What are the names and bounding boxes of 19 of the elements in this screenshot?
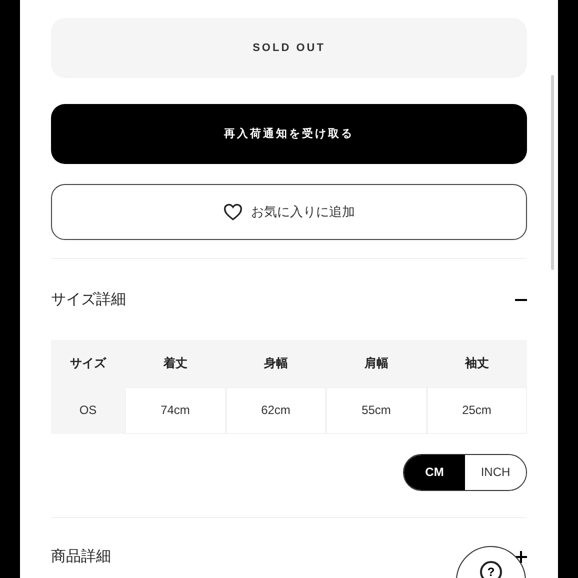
table-cell: 62cm (226, 386, 326, 434)
table-header-cell: 身幅 (226, 340, 326, 386)
table-header-cell: 着丈 (125, 340, 226, 386)
add-to-favorites-button[interactable]: お気に入りに追加 (51, 184, 527, 240)
section-title: 商品詳細 (51, 546, 111, 566)
unit-option[interactable]: CM (404, 454, 465, 490)
table-header-cell: 袖丈 (426, 340, 527, 386)
sold-out-button[interactable]: SOLD OUT (51, 18, 527, 78)
heart-icon (223, 203, 243, 221)
table-header-cell: 肩幅 (326, 340, 426, 386)
table-cell: 25cm (426, 386, 527, 434)
table-cell: 74cm (125, 386, 226, 434)
restock-notify-button[interactable]: 再入荷通知を受け取る (51, 104, 527, 164)
table-cell: OS (51, 386, 125, 434)
table-cell: 55cm (326, 386, 426, 434)
help-button[interactable]: ? (456, 546, 526, 578)
scrollbar[interactable] (551, 75, 554, 270)
section-title: サイズ詳細 (51, 290, 126, 310)
table-header-cell: サイズ (51, 340, 125, 386)
